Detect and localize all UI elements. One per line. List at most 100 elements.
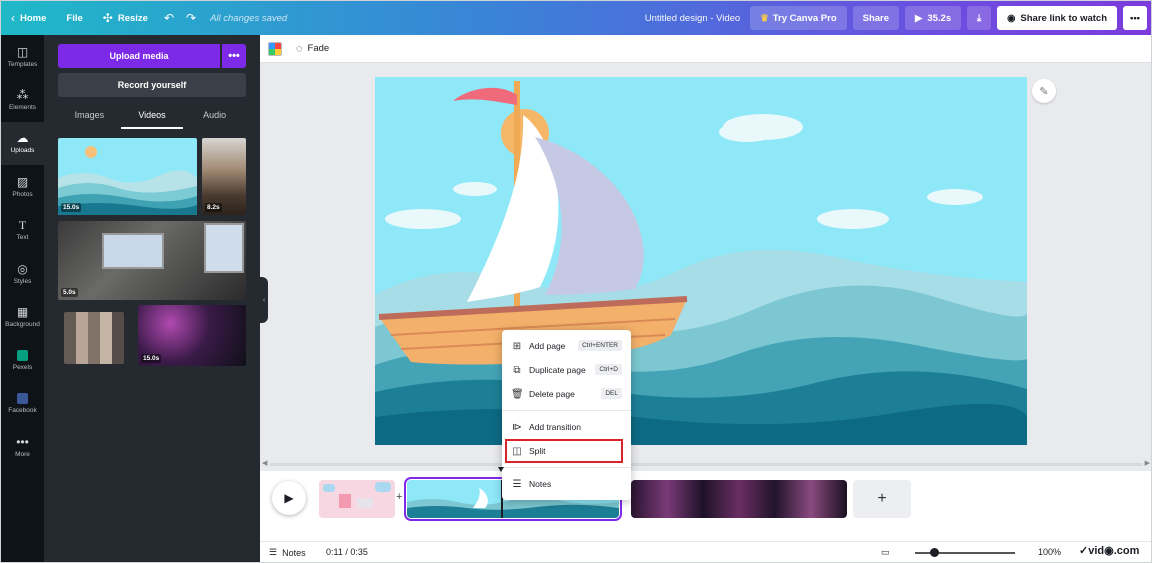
download-icon: ⤓ (977, 12, 982, 24)
menu-item-split[interactable]: ◫ Split (505, 439, 623, 463)
plus-icon: + (877, 490, 887, 507)
fade-icon: ◌ (296, 42, 303, 55)
add-page-button[interactable]: + (853, 480, 911, 518)
rail-item-photos[interactable]: ▨ Photos (1, 165, 44, 208)
notes-button[interactable]: ☰ Notes (269, 547, 306, 558)
playhead-marker[interactable] (498, 467, 504, 472)
video-duration: 5.0s (61, 288, 78, 297)
rail-item-text[interactable]: T Text (1, 209, 44, 252)
redo-button[interactable]: ↷ (180, 1, 202, 35)
top-bar: ‹ Home File ✣ Resize ↶ ↷ All changes saved… (1, 1, 1151, 35)
undo-icon: ↶ (163, 11, 175, 25)
timeline-clip[interactable] (631, 480, 847, 518)
media-tabs: Images Videos Audio (58, 107, 246, 129)
timeline-icon: ▭ (881, 547, 890, 557)
notes-icon: ☰ (269, 547, 278, 557)
shortcut-badge: Ctrl+ENTER (578, 340, 622, 351)
zoom-slider-handle[interactable] (930, 548, 939, 557)
video-thumb[interactable]: 15.0s (138, 305, 246, 366)
undo-button[interactable]: ↶ (158, 1, 180, 35)
uploads-panel: Upload media ••• Record yourself Images … (44, 35, 260, 562)
tab-audio[interactable]: Audio (183, 107, 246, 129)
crown-icon: ♛ (760, 12, 769, 24)
bottom-bar: ☰ Notes 0:11 / 0:35 ▭ 100% (260, 541, 1151, 562)
styles-icon: ◎ (17, 261, 28, 276)
tab-images[interactable]: Images (58, 107, 121, 129)
design-canvas[interactable] (375, 77, 1027, 445)
menu-item-add-transition[interactable]: ⧐ Add transition (502, 415, 631, 439)
split-icon: ◫ (512, 445, 522, 457)
screen-image (102, 233, 164, 269)
comment-icon: ✎ (1039, 85, 1049, 98)
share-link-button[interactable]: ◉ Share link to watch (997, 6, 1117, 30)
upload-media-button[interactable]: Upload media (58, 44, 220, 68)
scroll-left-icon[interactable]: ◀ (262, 459, 267, 467)
horizontal-scrollbar[interactable]: ◀ ▶ (260, 459, 1151, 469)
add-comment-button[interactable]: ✎ (1032, 79, 1056, 103)
scroll-track[interactable] (270, 463, 1143, 466)
home-button[interactable]: ‹ Home (1, 1, 56, 35)
elements-icon: ⁂ (16, 88, 29, 103)
more-options-button[interactable]: ••• (1123, 6, 1147, 30)
download-button[interactable]: ⤓ (967, 6, 992, 30)
collapse-panel-handle[interactable]: ‹ (260, 277, 268, 323)
rail-item-elements[interactable]: ⁂ Elements (1, 78, 44, 121)
play-icon: ▶ (284, 491, 294, 505)
templates-icon: ◫ (16, 44, 29, 59)
design-title[interactable]: Untitled design - Video (645, 13, 750, 24)
record-yourself-button[interactable]: Record yourself (58, 73, 246, 97)
shortcut-badge: Ctrl+D (595, 364, 622, 375)
scroll-right-icon[interactable]: ▶ (1145, 459, 1150, 467)
timeline-clip[interactable] (319, 480, 395, 518)
resize-button[interactable]: ✣ Resize (93, 1, 158, 35)
video-thumb[interactable]: 8.2s (202, 138, 246, 215)
upload-row: Upload media ••• (58, 44, 246, 68)
share-button[interactable]: Share (852, 6, 900, 30)
menu-item-duplicate-page[interactable]: ⧉ Duplicate page Ctrl+D (502, 358, 631, 382)
try-pro-button[interactable]: ♛ Try Canva Pro (750, 6, 847, 30)
screen-image (204, 223, 244, 273)
trash-icon: 🗑 (511, 388, 524, 400)
video-thumb[interactable] (64, 312, 124, 364)
save-status: All changes saved (210, 12, 288, 24)
watermark-logo: ✓vid◉.com (1079, 545, 1140, 557)
rail-item-uploads[interactable]: ☁ Uploads (1, 121, 44, 166)
menu-item-delete-page[interactable]: 🗑 Delete page DEL (502, 382, 631, 406)
timecode: 0:11 / 0:35 (326, 547, 368, 557)
video-duration: 15.0s (141, 354, 162, 363)
video-thumb[interactable]: 15.0s (58, 138, 197, 215)
rail-item-background[interactable]: ▦ Background (1, 295, 44, 338)
rail-item-more[interactable]: ••• More (1, 426, 44, 469)
rail-item-facebook[interactable]: Facebook (1, 382, 44, 425)
menu-item-notes[interactable]: ☰ Notes (502, 472, 631, 496)
rail-item-pexels[interactable]: Pexels (1, 339, 44, 382)
rail-item-styles[interactable]: ◎ Styles (1, 252, 44, 295)
add-transition-icon[interactable]: + (396, 491, 402, 503)
menu-separator (502, 410, 631, 411)
editor-toolbar: ◌ Fade (260, 35, 1151, 63)
menu-item-add-page[interactable]: ⊞ Add page Ctrl+ENTER (502, 334, 631, 358)
more-icon: ••• (1130, 12, 1140, 24)
more-icon: ••• (228, 50, 240, 62)
uploads-icon: ☁ (16, 131, 29, 146)
color-picker-icon[interactable] (268, 41, 282, 56)
tab-videos[interactable]: Videos (120, 107, 184, 129)
upload-options-button[interactable]: ••• (222, 44, 246, 68)
facebook-icon (17, 393, 28, 405)
file-menu[interactable]: File (56, 1, 92, 35)
redo-icon: ↷ (186, 11, 197, 25)
background-icon: ▦ (16, 305, 29, 320)
rail-item-templates[interactable]: ◫ Templates (1, 35, 44, 78)
shortcut-badge: DEL (601, 388, 622, 399)
notes-icon: ☰ (512, 478, 522, 490)
timeline-toggle-button[interactable]: ▭ (881, 547, 890, 558)
text-icon: T (18, 218, 27, 233)
zoom-level[interactable]: 100% (1038, 547, 1061, 557)
left-rail: ◫ Templates ⁂ Elements ☁ Uploads ▨ Photos TT… (1, 35, 44, 562)
fade-button[interactable]: ◌ Fade (296, 43, 329, 55)
timeline-play-button[interactable]: ▶ (272, 481, 306, 515)
preview-play-button[interactable]: ▶ 35.2s (905, 6, 962, 30)
video-thumb[interactable]: 5.0s (58, 221, 246, 300)
eye-icon: ◉ (1007, 12, 1016, 24)
pexels-icon (17, 349, 28, 361)
